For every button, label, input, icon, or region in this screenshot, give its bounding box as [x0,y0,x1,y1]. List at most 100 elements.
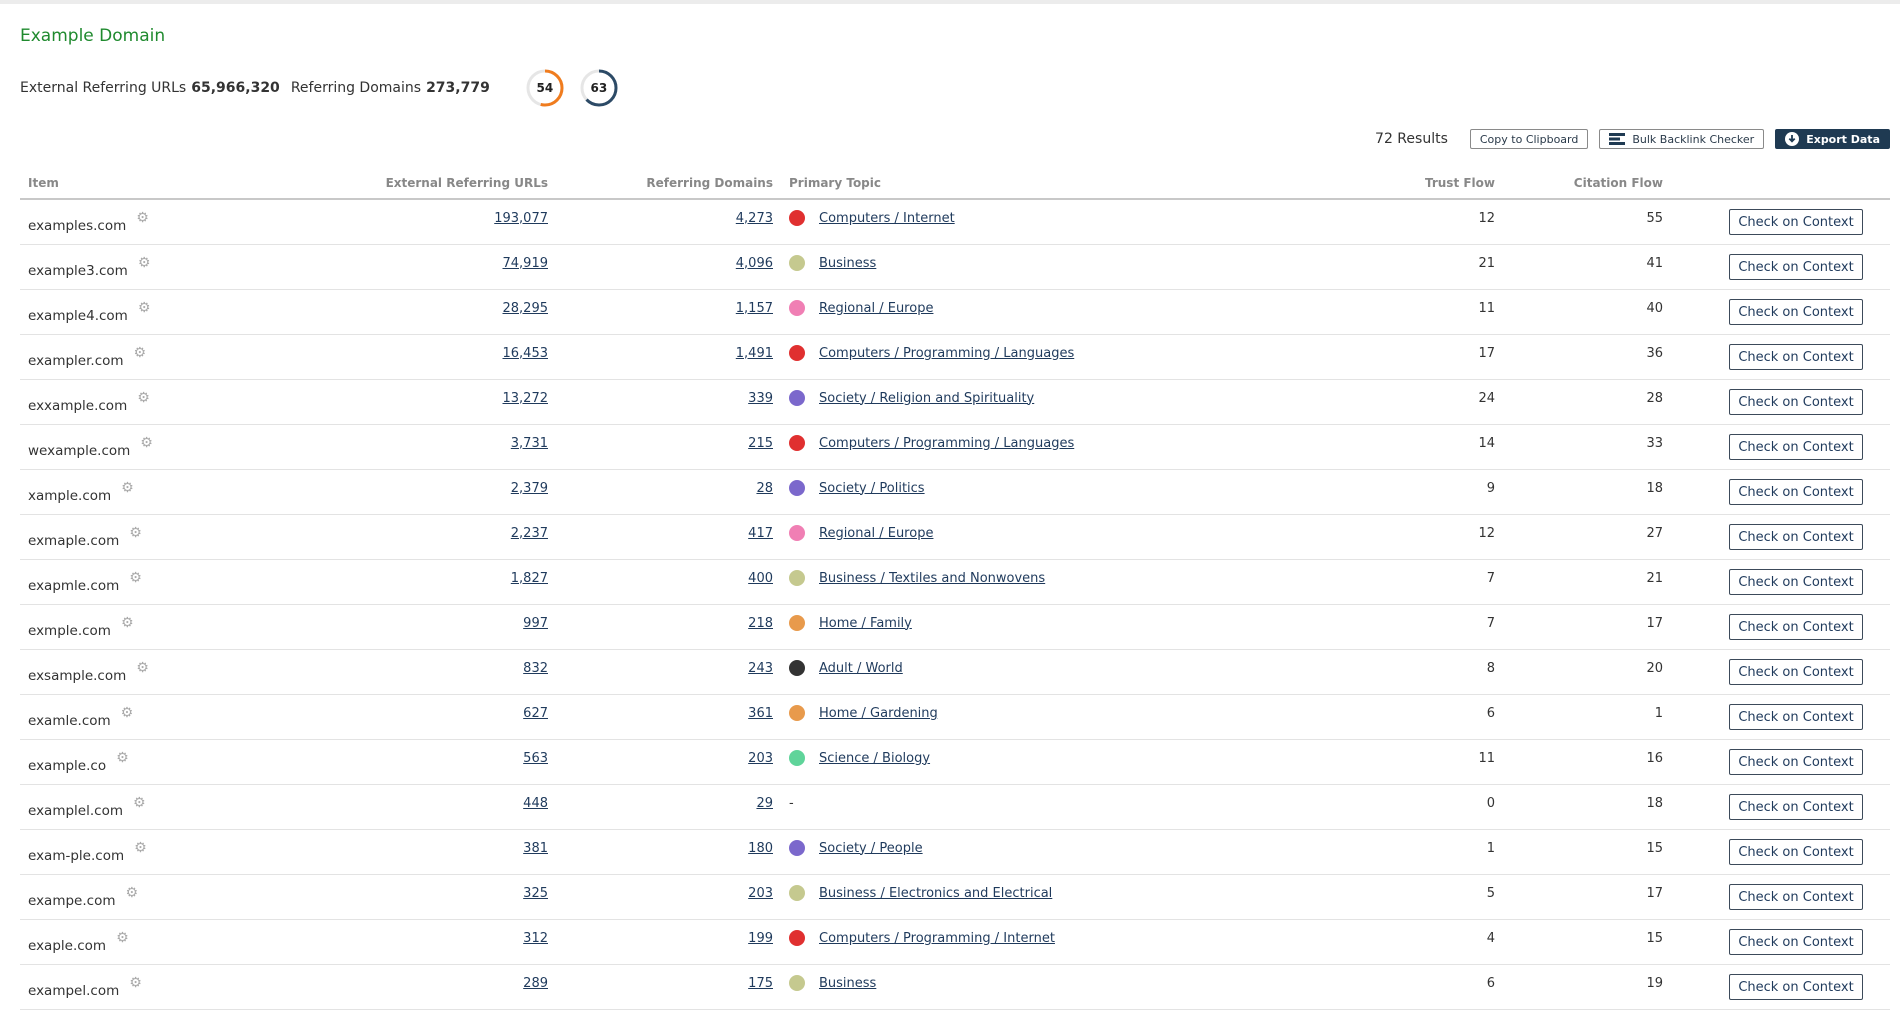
ext-urls-link[interactable]: 193,077 [494,211,548,226]
topic-link[interactable]: Society / Religion and Spirituality [819,391,1034,406]
ref-domains-link[interactable]: 1,491 [736,346,773,361]
topic-link[interactable]: Business [819,976,876,991]
ext-urls-link[interactable]: 325 [523,886,548,901]
gear-icon[interactable]: ⚙ [134,840,147,856]
export-data-button[interactable]: Export Data [1775,129,1890,149]
gear-icon[interactable]: ⚙ [121,615,134,631]
topic-link[interactable]: Adult / World [819,661,903,676]
check-on-context-button[interactable]: Check on Context [1729,614,1863,640]
gear-icon[interactable]: ⚙ [121,705,134,721]
gear-icon[interactable]: ⚙ [133,795,146,811]
ref-domains-link[interactable]: 339 [748,391,773,406]
check-on-context-button[interactable]: Check on Context [1729,254,1863,280]
topic-link[interactable]: Regional / Europe [819,301,933,316]
ext-urls-link[interactable]: 381 [523,841,548,856]
ext-urls-link[interactable]: 289 [523,976,548,991]
check-on-context-button[interactable]: Check on Context [1729,569,1863,595]
gear-icon[interactable]: ⚙ [116,750,129,766]
check-on-context-button[interactable]: Check on Context [1729,389,1863,415]
ext-urls-link[interactable]: 16,453 [503,346,549,361]
ext-urls-link[interactable]: 74,919 [503,256,549,271]
ext-urls-link[interactable]: 2,379 [511,481,548,496]
check-on-context-button[interactable]: Check on Context [1729,209,1863,235]
ext-urls-link[interactable]: 13,272 [503,391,549,406]
gear-icon[interactable]: ⚙ [137,390,150,406]
ref-domains-link[interactable]: 417 [748,526,773,541]
check-on-context-button[interactable]: Check on Context [1729,434,1863,460]
ext-urls-link[interactable]: 28,295 [503,301,549,316]
ref-domains-link[interactable]: 29 [756,796,773,811]
check-on-context-button[interactable]: Check on Context [1729,479,1863,505]
gear-icon[interactable]: ⚙ [138,255,151,271]
ref-domains-link[interactable]: 175 [748,976,773,991]
check-on-context-button[interactable]: Check on Context [1729,749,1863,775]
gear-icon[interactable]: ⚙ [134,345,147,361]
check-on-context-button[interactable]: Check on Context [1729,839,1863,865]
check-on-context-button[interactable]: Check on Context [1729,884,1863,910]
topic-link[interactable]: Society / People [819,841,923,856]
ext-urls-link[interactable]: 997 [523,616,548,631]
check-on-context-button[interactable]: Check on Context [1729,794,1863,820]
gear-icon[interactable]: ⚙ [129,525,142,541]
topic-link[interactable]: Business / Electronics and Electrical [819,886,1052,901]
check-on-context-button[interactable]: Check on Context [1729,344,1863,370]
ext-urls-link[interactable]: 563 [523,751,548,766]
ref-domains-link[interactable]: 203 [748,886,773,901]
gear-icon[interactable]: ⚙ [116,930,129,946]
col-header-ref-domains[interactable]: Referring Domains [556,168,781,200]
ref-domains-link[interactable]: 215 [748,436,773,451]
gear-icon[interactable]: ⚙ [138,300,151,316]
topic-link[interactable]: Society / Politics [819,481,925,496]
topic-link[interactable]: Computers / Internet [819,211,955,226]
ext-urls-link[interactable]: 3,731 [511,436,548,451]
ref-domains-link[interactable]: 1,157 [736,301,773,316]
ref-domains-link[interactable]: 199 [748,931,773,946]
col-header-citation-flow[interactable]: Citation Flow [1503,168,1671,200]
ext-urls-link[interactable]: 312 [523,931,548,946]
ext-urls-link[interactable]: 2,237 [511,526,548,541]
gear-icon[interactable]: ⚙ [125,885,138,901]
citation-flow-value: 1 [1654,705,1663,721]
ext-urls-link[interactable]: 448 [523,796,548,811]
topic-link[interactable]: Science / Biology [819,751,930,766]
ref-domains-link[interactable]: 4,273 [736,211,773,226]
cell-topic: Business / Textiles and Nonwovens [781,559,1333,605]
check-on-context-button[interactable]: Check on Context [1729,974,1863,1000]
topic-link[interactable]: Home / Gardening [819,706,938,721]
gear-icon[interactable]: ⚙ [121,480,134,496]
gear-icon[interactable]: ⚙ [136,210,149,226]
gear-icon[interactable]: ⚙ [136,660,149,676]
col-header-ext-urls[interactable]: External Referring URLs [220,168,556,200]
topic-link[interactable]: Business / Textiles and Nonwovens [819,571,1045,586]
col-header-trust-flow[interactable]: Trust Flow [1333,168,1503,200]
ref-domains-link[interactable]: 243 [748,661,773,676]
check-on-context-button[interactable]: Check on Context [1729,524,1863,550]
ref-domains-link[interactable]: 400 [748,571,773,586]
check-on-context-button[interactable]: Check on Context [1729,659,1863,685]
topic-link[interactable]: Computers / Programming / Languages [819,346,1074,361]
ref-domains-link[interactable]: 180 [748,841,773,856]
col-header-item[interactable]: Item [20,168,220,200]
col-header-topic[interactable]: Primary Topic [781,168,1333,200]
topic-link[interactable]: Regional / Europe [819,526,933,541]
ext-urls-link[interactable]: 1,827 [511,571,548,586]
gear-icon[interactable]: ⚙ [140,435,153,451]
ext-urls-link[interactable]: 627 [523,706,548,721]
check-on-context-button[interactable]: Check on Context [1729,704,1863,730]
ref-domains-link[interactable]: 218 [748,616,773,631]
topic-link[interactable]: Home / Family [819,616,912,631]
ref-domains-link[interactable]: 203 [748,751,773,766]
check-on-context-button[interactable]: Check on Context [1729,929,1863,955]
ref-domains-link[interactable]: 28 [756,481,773,496]
gear-icon[interactable]: ⚙ [129,975,142,991]
topic-link[interactable]: Computers / Programming / Languages [819,436,1074,451]
ext-urls-link[interactable]: 832 [523,661,548,676]
copy-to-clipboard-button[interactable]: Copy to Clipboard [1469,129,1589,149]
ref-domains-link[interactable]: 4,096 [736,256,773,271]
ref-domains-link[interactable]: 361 [748,706,773,721]
topic-link[interactable]: Computers / Programming / Internet [819,931,1055,946]
bulk-backlink-checker-button[interactable]: Bulk Backlink Checker [1599,129,1765,149]
gear-icon[interactable]: ⚙ [129,570,142,586]
topic-link[interactable]: Business [819,256,876,271]
check-on-context-button[interactable]: Check on Context [1729,299,1863,325]
